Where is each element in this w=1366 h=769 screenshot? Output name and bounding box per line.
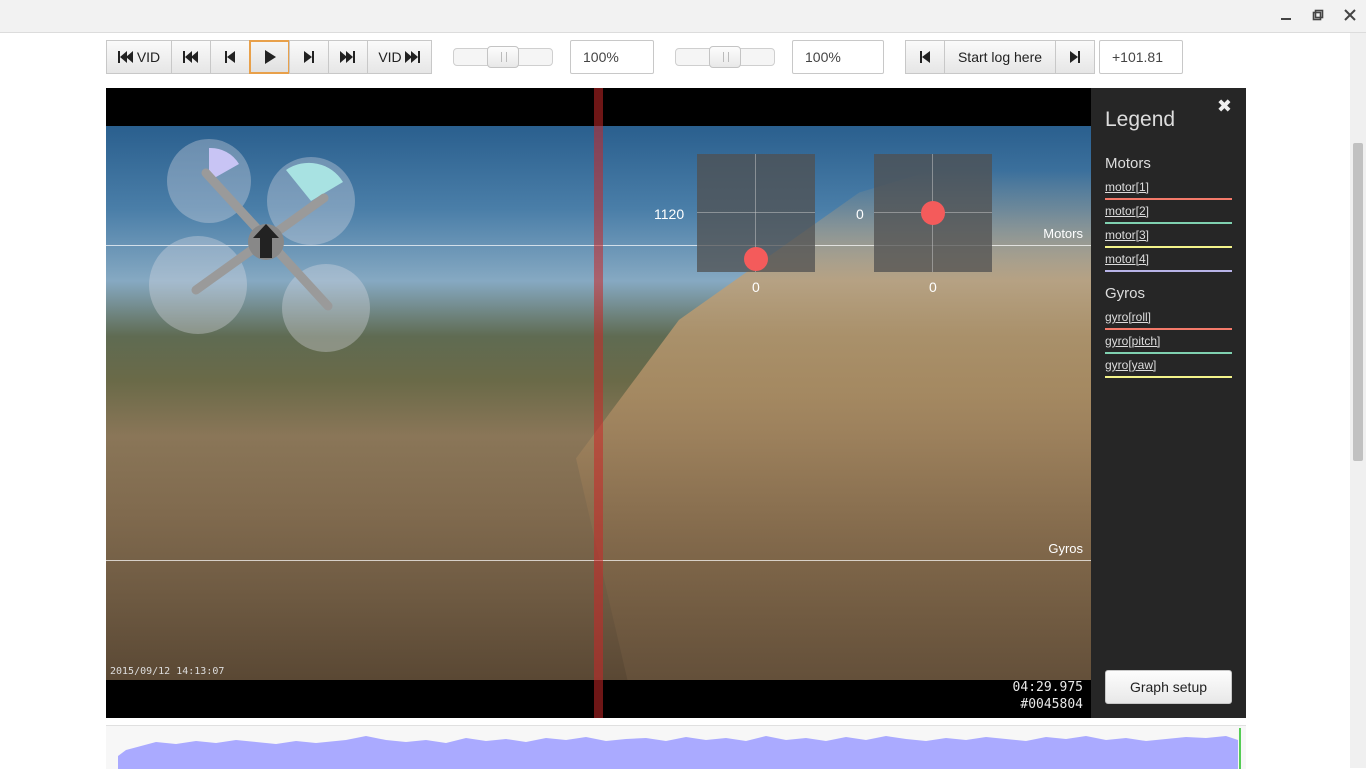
legend-item-motor2[interactable]: motor[2] bbox=[1105, 204, 1232, 224]
log-sync-back-button[interactable] bbox=[905, 40, 945, 74]
close-icon[interactable]: ✖ bbox=[1217, 96, 1232, 117]
skip-end-icon bbox=[404, 51, 420, 63]
frame-number: #0045804 bbox=[1020, 697, 1083, 712]
fast-backward-icon bbox=[183, 51, 198, 63]
series-color-bar bbox=[1105, 222, 1232, 224]
right-stick-label: 0 bbox=[856, 206, 864, 222]
left-stick-display bbox=[697, 154, 815, 272]
series-color-bar bbox=[1105, 352, 1232, 354]
craft-icon bbox=[149, 139, 370, 352]
play-button[interactable] bbox=[249, 40, 290, 74]
graph-zoom-slider[interactable] bbox=[675, 46, 775, 68]
previous-frame-button[interactable] bbox=[210, 40, 250, 74]
skip-start-icon bbox=[117, 51, 133, 63]
vid-start-label: VID bbox=[136, 49, 161, 65]
graph-zoom-slider-handle[interactable] bbox=[709, 46, 741, 68]
close-icon[interactable] bbox=[1339, 6, 1361, 26]
video-rate-field[interactable]: 100% bbox=[570, 40, 654, 74]
page-scrollbar-thumb[interactable] bbox=[1353, 143, 1363, 461]
start-log-here-button[interactable]: Start log here bbox=[944, 40, 1056, 74]
video-timestamp: 2015/09/12 14:13:07 bbox=[110, 666, 225, 677]
legend-item-label: gyro[pitch] bbox=[1105, 334, 1161, 348]
vid-end-label: VID bbox=[378, 49, 402, 65]
title-bar bbox=[0, 0, 1366, 33]
jump-video-end-button[interactable]: VID bbox=[367, 40, 432, 74]
legend-item-gyro-pitch[interactable]: gyro[pitch] bbox=[1105, 334, 1232, 354]
legend-group-gyros: Gyros bbox=[1105, 285, 1146, 302]
legend-item-label: motor[3] bbox=[1105, 228, 1150, 242]
legend-group-motors: Motors bbox=[1105, 155, 1151, 172]
legend-item-motor3[interactable]: motor[3] bbox=[1105, 228, 1232, 248]
legend-item-label: gyro[roll] bbox=[1105, 310, 1152, 324]
next-frame-button[interactable] bbox=[289, 40, 329, 74]
step-forward-icon bbox=[304, 51, 314, 63]
left-stick-value: 0 bbox=[752, 279, 760, 295]
motors-graph-label: Motors bbox=[1043, 226, 1083, 241]
video-graph-canvas[interactable]: 2015/09/12 14:13:07 Motors Gyros 1120 0 … bbox=[106, 88, 1091, 718]
legend-item-label: motor[1] bbox=[1105, 180, 1150, 194]
series-color-bar bbox=[1105, 246, 1232, 248]
series-color-bar bbox=[1105, 270, 1232, 272]
legend-item-gyro-yaw[interactable]: gyro[yaw] bbox=[1105, 358, 1232, 378]
gyros-graph-label: Gyros bbox=[1048, 541, 1083, 556]
left-stick-label: 1120 bbox=[654, 206, 685, 222]
right-stick-position bbox=[921, 201, 945, 225]
step-backward-icon bbox=[225, 51, 235, 63]
series-color-bar bbox=[1105, 376, 1232, 378]
throttle-overview-graph bbox=[118, 728, 1241, 769]
graph-setup-button[interactable]: Graph setup bbox=[1105, 670, 1232, 704]
video-rate-slider[interactable] bbox=[453, 46, 553, 68]
log-sync-forward-button[interactable] bbox=[1055, 40, 1095, 74]
jump-log-end-button[interactable] bbox=[328, 40, 368, 74]
jump-video-start-button[interactable]: VID bbox=[106, 40, 172, 74]
video-rate-slider-handle[interactable] bbox=[487, 46, 519, 68]
legend-panel: Legend ✖ Motors motor[1] motor[2] motor[… bbox=[1091, 88, 1246, 718]
minimize-icon[interactable] bbox=[1275, 6, 1297, 26]
legend-item-label: motor[2] bbox=[1105, 204, 1150, 218]
jump-log-start-button[interactable] bbox=[171, 40, 211, 74]
restore-icon[interactable] bbox=[1307, 6, 1329, 26]
play-icon bbox=[264, 50, 276, 64]
step-backward-icon bbox=[920, 51, 930, 63]
fast-forward-icon bbox=[340, 51, 355, 63]
legend-item-label: motor[4] bbox=[1105, 252, 1150, 266]
legend-item-gyro-roll[interactable]: gyro[roll] bbox=[1105, 310, 1232, 330]
log-offset-field[interactable]: +101.81 bbox=[1099, 40, 1183, 74]
legend-title: Legend bbox=[1105, 108, 1176, 131]
step-forward-icon bbox=[1070, 51, 1080, 63]
legend-item-motor4[interactable]: motor[4] bbox=[1105, 252, 1232, 272]
log-time: 04:29.975 bbox=[1012, 680, 1083, 695]
legend-item-label: gyro[yaw] bbox=[1105, 358, 1157, 372]
left-stick-position bbox=[744, 247, 768, 271]
right-stick-value: 0 bbox=[929, 279, 937, 295]
series-color-bar bbox=[1105, 198, 1232, 200]
graph-zoom-field[interactable]: 100% bbox=[792, 40, 884, 74]
legend-item-motor1[interactable]: motor[1] bbox=[1105, 180, 1232, 200]
series-color-bar bbox=[1105, 328, 1232, 330]
log-seek-bar[interactable] bbox=[106, 725, 1246, 769]
right-stick-display bbox=[874, 154, 992, 272]
time-cursor[interactable] bbox=[594, 88, 603, 718]
